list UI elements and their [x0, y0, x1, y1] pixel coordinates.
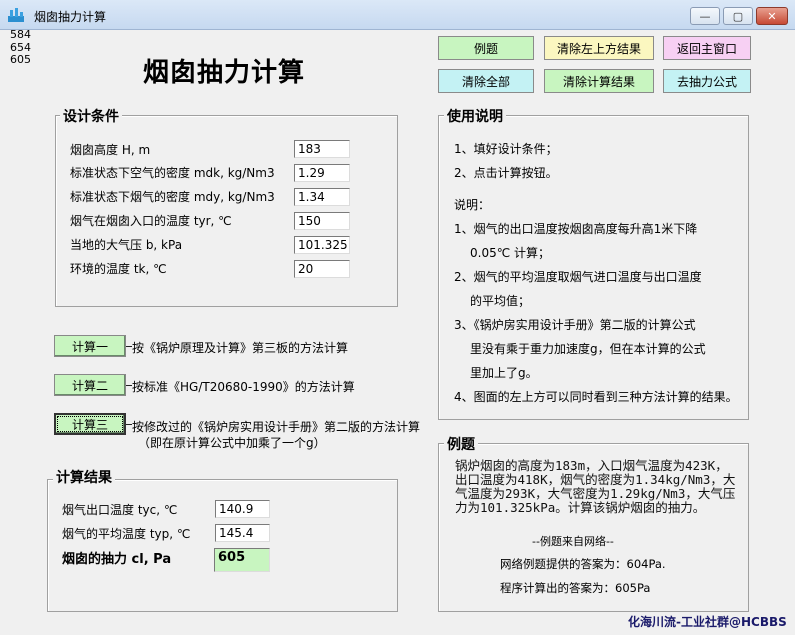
avg-temp-output: 145.4	[215, 524, 270, 542]
corner-results: 584 654 605	[10, 28, 31, 67]
clear-upper-left-button[interactable]: 清除左上方结果	[544, 36, 654, 60]
draft-label: 烟囱的抽力 cl, Pa	[62, 552, 172, 567]
clear-calc-button[interactable]: 清除计算结果	[544, 69, 654, 93]
maximize-icon: ▢	[732, 9, 744, 23]
example-title: 例题	[444, 434, 478, 454]
calc-three-button[interactable]: 计算三	[54, 413, 126, 435]
clear-all-button[interactable]: 清除全部	[438, 69, 534, 93]
pressure-input[interactable]: 101.325	[294, 236, 350, 254]
instruction-line: 里没有乘于重力加速度g，但在本计算的公式	[470, 342, 706, 356]
example-button[interactable]: 例题	[438, 36, 534, 60]
results-title: 计算结果	[53, 467, 115, 487]
instruction-line: 1、填好设计条件；	[454, 142, 558, 156]
page-title: 烟囱抽力计算	[143, 58, 306, 88]
design-conditions-title: 设计条件	[60, 106, 122, 126]
calc-one-desc: 按《锅炉原理及计算》第三板的方法计算	[132, 341, 349, 355]
instruction-line: 里加上了g。	[470, 366, 538, 380]
outlet-temp-label: 烟气出口温度 tyc, ℃	[62, 503, 178, 517]
air-density-input[interactable]: 1.29	[294, 164, 350, 182]
app-icon	[8, 8, 24, 22]
calc-one-button[interactable]: 计算一	[54, 335, 126, 357]
instruction-line: 说明：	[454, 198, 491, 212]
example-source: --例题来自网络--	[532, 535, 614, 548]
inlet-temp-input[interactable]: 150	[294, 212, 350, 230]
goto-formula-button[interactable]: 去抽力公式	[663, 69, 751, 93]
example-text: 锅炉烟囱的高度为183m，入口烟气温度为423K，出口温度为418K，烟气的密度…	[455, 458, 736, 515]
instruction-line: 1、烟气的出口温度按烟囱高度每升高1米下降	[454, 222, 698, 236]
ambient-temp-input[interactable]: 20	[294, 260, 350, 278]
instruction-line: 0.05℃ 计算；	[470, 246, 551, 260]
pressure-label: 当地的大气压 b, kPa	[70, 238, 183, 252]
calc-two-button[interactable]: 计算二	[54, 374, 126, 396]
minimize-button[interactable]: —	[690, 7, 720, 25]
draft-output: 605	[214, 548, 270, 572]
watermark: 化海川流-工业社群@HCBBS	[628, 615, 787, 629]
height-input[interactable]: 183	[294, 140, 350, 158]
minimize-icon: —	[699, 9, 711, 23]
calc-three-note: （即在原计算公式中加乘了一个g）	[138, 436, 326, 450]
corner-result-1: 584	[10, 28, 31, 41]
maximize-button[interactable]: ▢	[723, 7, 753, 25]
window-title: 烟囱抽力计算	[34, 10, 107, 24]
corner-result-3: 605	[10, 53, 31, 66]
gas-density-label: 标准状态下烟气的密度 mdy, kg/Nm3	[70, 190, 275, 204]
instruction-line: 4、图面的左上方可以同时看到三种方法计算的结果。	[454, 390, 738, 404]
instruction-line: 2、点击计算按钮。	[454, 166, 558, 180]
program-answer: 程序计算出的答案为：605Pa	[500, 581, 651, 595]
instruction-line: 2、烟气的平均温度取烟气进口温度与出口温度	[454, 270, 702, 284]
close-icon: ✕	[767, 9, 777, 23]
instruction-line: 的平均值；	[470, 294, 531, 308]
avg-temp-label: 烟气的平均温度 typ, ℃	[62, 527, 191, 541]
inlet-temp-label: 烟气在烟囱入口的温度 tyr, ℃	[70, 214, 232, 228]
back-main-button[interactable]: 返回主窗口	[663, 36, 751, 60]
outlet-temp-output: 140.9	[215, 500, 270, 518]
calc-three-desc: 按修改过的《锅炉房实用设计手册》第二版的方法计算	[132, 420, 421, 434]
air-density-label: 标准状态下空气的密度 mdk, kg/Nm3	[70, 166, 275, 180]
ambient-temp-label: 环境的温度 tk, ℃	[70, 262, 167, 276]
instructions-title: 使用说明	[444, 106, 506, 126]
results-frame	[47, 479, 398, 612]
calc-two-desc: 按标准《HG/T20680-1990》的方法计算	[132, 380, 355, 394]
height-label: 烟囱高度 H, m	[70, 143, 151, 157]
net-answer: 网络例题提供的答案为：604Pa.	[500, 557, 666, 571]
title-bar: 烟囱抽力计算 — ▢ ✕	[0, 0, 795, 30]
close-button[interactable]: ✕	[756, 7, 788, 25]
instruction-line: 3、《锅炉房实用设计手册》第二版的计算公式	[454, 318, 696, 332]
gas-density-input[interactable]: 1.34	[294, 188, 350, 206]
